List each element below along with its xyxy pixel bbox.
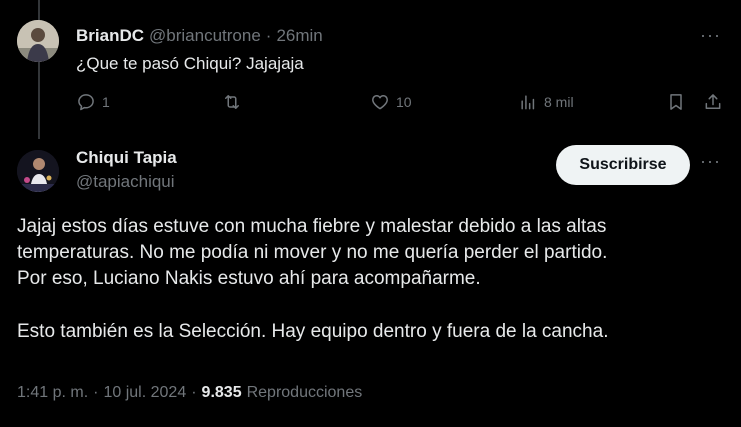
meta-separator: ·: [93, 384, 99, 401]
views-count: 8 mil: [544, 94, 574, 110]
avatar-briandc[interactable]: [17, 20, 59, 62]
comment-icon: [78, 94, 94, 111]
analytics-icon: [521, 95, 535, 110]
bookmark-icon: [670, 94, 682, 110]
reply-separator: ·: [265, 26, 272, 45]
views-total: 9.835: [201, 384, 242, 401]
tweet-text-line: temperaturas. No me podía ni mover y no …: [17, 242, 608, 263]
share-button[interactable]: [703, 92, 723, 112]
share-icon: [705, 94, 721, 109]
views-button[interactable]: 8 mil: [518, 92, 574, 112]
views-label: Reproducciones: [246, 384, 363, 401]
reply-tweet: BrianDC @briancutrone · 26min ··· ¿Que t…: [0, 0, 741, 139]
reply-author-name[interactable]: BrianDC: [76, 26, 144, 46]
tweet-meta: 1:41 p. m. · 10 jul. 2024 · 9.835 Reprod…: [17, 384, 362, 402]
heart-icon: [372, 95, 388, 110]
avatar-chiquitapia-image: [17, 150, 59, 192]
reply-action-bar: 1 10 8 mil: [76, 92, 726, 116]
reply-header: BrianDC @briancutrone · 26min: [76, 26, 323, 46]
tweet-text-line: Por eso, Luciano Nakis estuvo ahí para a…: [17, 268, 481, 289]
meta-separator: ·: [191, 384, 197, 401]
retweet-button[interactable]: [222, 92, 248, 112]
tweet-date[interactable]: 10 jul. 2024: [103, 384, 186, 402]
reply-text: ¿Que te pasó Chiqui? Jajajaja: [76, 54, 304, 73]
main-more-options-button[interactable]: ···: [700, 152, 721, 170]
avatar-chiquitapia[interactable]: [17, 150, 59, 192]
reply-author-handle[interactable]: @briancutrone: [149, 26, 261, 46]
retweet-icon: [225, 95, 239, 109]
main-author-handle[interactable]: @tapiachiqui: [76, 172, 175, 192]
like-button[interactable]: 10: [370, 92, 412, 112]
main-author-name[interactable]: Chiqui Tapia: [76, 148, 177, 168]
reply-button[interactable]: 1: [76, 92, 110, 112]
reply-time-ago[interactable]: 26min: [276, 26, 322, 46]
tweet-time[interactable]: 1:41 p. m.: [17, 384, 88, 402]
avatar-briandc-image: [17, 20, 59, 62]
tweet-text-line: Jajaj estos días estuve con mucha fiebre…: [17, 216, 607, 237]
main-tweet-text: Jajaj estos días estuve con mucha fiebre…: [17, 214, 727, 345]
subscribe-button[interactable]: Suscribirse: [556, 145, 690, 185]
bookmark-button[interactable]: [666, 92, 686, 112]
like-count: 10: [396, 94, 412, 110]
tweet-text-line: Esto también es la Selección. Hay equipo…: [17, 321, 609, 342]
reply-more-options-button[interactable]: ···: [700, 26, 721, 44]
reply-count: 1: [102, 94, 110, 110]
